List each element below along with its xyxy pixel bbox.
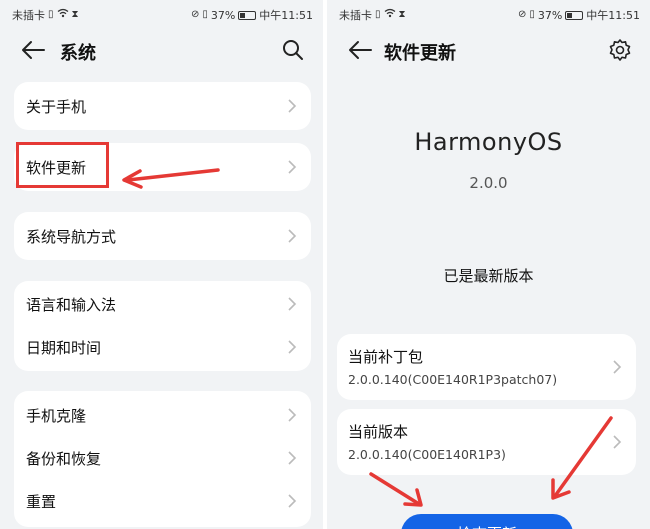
settings-item-label: 日期和时间 — [26, 339, 102, 357]
current-version-value: 2.0.0.140(C00E140R1P3) — [348, 447, 506, 462]
status-bar: 未插卡 ▯ ⧗ ⊘ ▯ 37% 中午11:51 — [327, 0, 650, 26]
system-settings-screen: 未插卡 ▯ ⧗ ⊘ ▯ 37% 中午11:51 系统 关于手机 软件更新 系统导… — [0, 0, 323, 529]
wifi-icon — [384, 8, 396, 22]
clock: 中午11:51 — [586, 9, 640, 22]
settings-item-label: 手机克隆 — [26, 407, 87, 425]
settings-item-about-phone[interactable]: 关于手机 — [14, 84, 311, 128]
status-bar: 未插卡 ▯ ⧗ ⊘ ▯ 37% 中午11:51 — [0, 0, 323, 26]
app-bar: 软件更新 — [327, 30, 650, 70]
chevron-right-icon — [288, 297, 297, 311]
patch-label: 当前补丁包 — [348, 348, 424, 366]
chevron-right-icon — [613, 360, 622, 374]
carrier-label: 未插卡 — [339, 9, 372, 22]
no-disturb-icon: ⊘ — [190, 9, 200, 20]
os-version: 2.0.0 — [469, 174, 508, 192]
battery-icon — [238, 10, 257, 20]
gear-icon[interactable] — [608, 38, 632, 62]
settings-item-label: 系统导航方式 — [26, 228, 117, 246]
check-update-button[interactable]: 检查更新 — [401, 514, 573, 529]
settings-item-label: 关于手机 — [26, 98, 87, 116]
sim-icon: ▯ — [375, 9, 381, 20]
software-update-screen: 未插卡 ▯ ⧗ ⊘ ▯ 37% 中午11:51 软件更新 HarmonyOS 2… — [327, 0, 650, 529]
settings-item-label: 语言和输入法 — [26, 296, 117, 314]
vibrate-icon: ▯ — [529, 9, 535, 20]
chevron-right-icon — [288, 229, 297, 243]
highlight-box — [16, 142, 109, 188]
annotation-arrow-icon — [122, 168, 220, 189]
back-arrow-icon[interactable] — [347, 38, 373, 62]
chevron-right-icon — [288, 160, 297, 174]
settings-group-navigation: 系统导航方式 — [14, 212, 311, 260]
chevron-right-icon — [288, 340, 297, 354]
settings-item-reset[interactable]: 重置 — [14, 479, 311, 523]
battery-percent: 37% — [537, 8, 563, 22]
patch-info-card[interactable]: 当前补丁包 2.0.0.140(C00E140R1P3patch07) — [337, 334, 636, 400]
settings-group-about: 关于手机 — [14, 82, 311, 130]
hourglass-icon: ⧗ — [398, 9, 406, 20]
patch-value: 2.0.0.140(C00E140R1P3patch07) — [348, 372, 558, 387]
search-icon[interactable] — [281, 38, 305, 62]
clock: 中午11:51 — [259, 9, 313, 22]
settings-item-label: 重置 — [26, 493, 57, 511]
wifi-icon — [57, 8, 69, 22]
settings-item-label: 备份和恢复 — [26, 450, 102, 468]
vibrate-icon: ▯ — [202, 9, 208, 20]
hourglass-icon: ⧗ — [71, 9, 79, 20]
harmonyos-logo: HarmonyOS — [414, 128, 563, 156]
back-arrow-icon[interactable] — [20, 38, 46, 62]
battery-icon — [565, 10, 584, 20]
chevron-right-icon — [288, 451, 297, 465]
settings-item-navigation-mode[interactable]: 系统导航方式 — [14, 214, 311, 258]
sim-icon: ▯ — [48, 9, 54, 20]
settings-group-backup: 手机克隆 备份和恢复 重置 — [14, 391, 311, 527]
annotation-arrow-icon — [551, 416, 613, 500]
chevron-right-icon — [288, 99, 297, 113]
settings-item-phone-clone[interactable]: 手机克隆 — [14, 393, 311, 437]
battery-percent: 37% — [210, 8, 236, 22]
app-bar: 系统 — [0, 30, 323, 70]
settings-group-language-time: 语言和输入法 日期和时间 — [14, 281, 311, 371]
current-version-label: 当前版本 — [348, 423, 409, 441]
update-status: 已是最新版本 — [443, 267, 534, 285]
chevron-right-icon — [288, 494, 297, 508]
settings-item-backup-restore[interactable]: 备份和恢复 — [14, 436, 311, 480]
chevron-right-icon — [288, 408, 297, 422]
settings-item-date-time[interactable]: 日期和时间 — [14, 325, 311, 369]
no-disturb-icon: ⊘ — [517, 9, 527, 20]
annotation-arrow-icon — [369, 472, 423, 507]
page-title: 软件更新 — [384, 43, 456, 64]
carrier-label: 未插卡 — [12, 9, 45, 22]
settings-item-language-input[interactable]: 语言和输入法 — [14, 282, 311, 326]
page-title: 系统 — [60, 43, 96, 64]
